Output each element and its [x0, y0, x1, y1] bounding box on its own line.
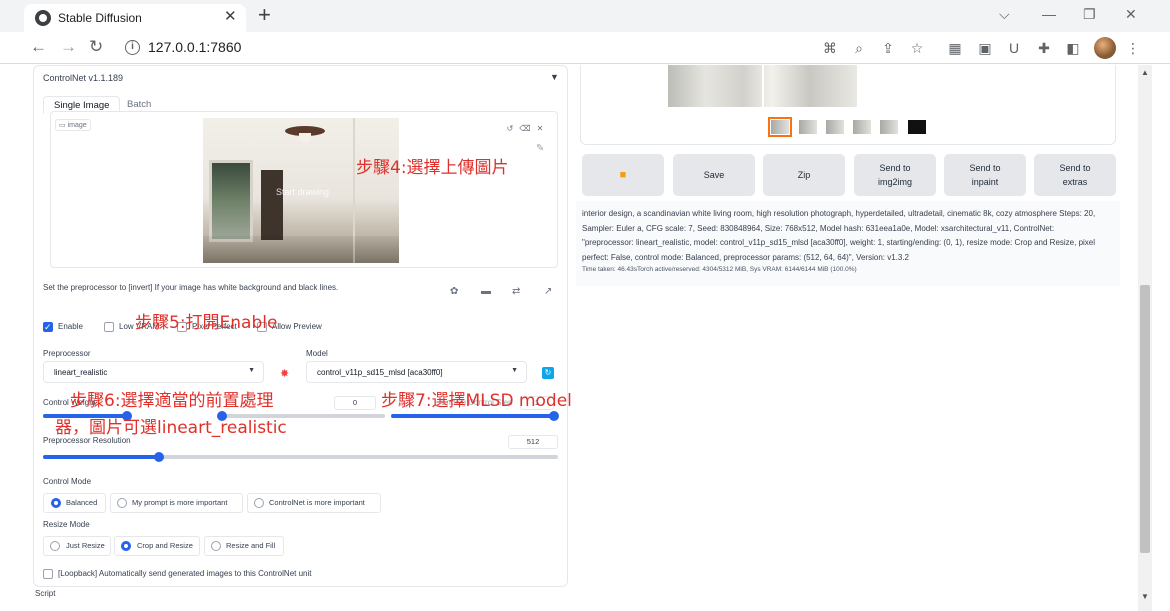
resize-mode-label: Resize Mode [43, 520, 90, 529]
globe-icon [35, 10, 51, 26]
minimize-icon[interactable]: — [1042, 5, 1056, 23]
send-dimensions-icon[interactable]: ↗ [544, 286, 552, 297]
gallery-thumbnail[interactable] [799, 120, 817, 134]
radio-my-prompt[interactable]: My prompt is more important [110, 493, 243, 513]
browser-tab[interactable]: Stable Diffusion ✕ [24, 4, 246, 32]
bookmark-star-icon[interactable]: ☆ [908, 39, 926, 57]
browser-tabstrip: Stable Diffusion ✕ + ⌵ — ❐ ✕ [0, 0, 1170, 32]
annotation-step6-line2: 器，圖片可選lineart_realistic [55, 418, 287, 438]
close-window-icon[interactable]: ✕ [1125, 5, 1137, 23]
model-value: control_v11p_sd15_mlsd [aca30ff0] [317, 368, 443, 377]
save-button[interactable]: Save [673, 154, 755, 196]
scroll-up-arrow-icon[interactable]: ▲ [1141, 68, 1149, 77]
extension-color-icon[interactable]: ▦ [946, 39, 964, 57]
scroll-down-arrow-icon[interactable]: ▼ [1141, 592, 1149, 601]
script-label: Script [35, 589, 56, 598]
start-drawing-text: Start drawing [276, 187, 330, 197]
chevron-down-icon: ▼ [248, 367, 255, 374]
browser-toolbar: ← → ↻ i 127.0.0.1:7860 ⌘ ⌕ ⇪ ☆ ▦ ▣ U ✚ ◧… [0, 32, 1170, 64]
loopback-label: [Loopback] Automatically send generated … [58, 569, 312, 578]
radio-balanced[interactable]: Balanced [43, 493, 106, 513]
gallery-thumbnail[interactable] [826, 120, 844, 134]
webcam-icon[interactable]: ▬ [481, 286, 491, 297]
preprocessor-resolution-input[interactable]: 512 [508, 435, 558, 449]
image-label: ▭ image [55, 119, 91, 131]
camera-icon[interactable]: ✿ [450, 286, 458, 297]
extension-chat-icon[interactable]: ▣ [976, 39, 994, 57]
preprocessor-resolution-slider[interactable] [43, 452, 558, 462]
open-folder-button[interactable]: ■ [582, 154, 664, 196]
tab-close-icon[interactable]: ✕ [224, 8, 237, 26]
webui-page: ControlNet v1.1.189 ▼ Single Image Batch… [0, 65, 1170, 611]
folder-icon: ■ [619, 169, 627, 181]
radio-just-resize[interactable]: Just Resize [43, 536, 111, 556]
zoom-icon[interactable]: ⌕ [850, 39, 868, 57]
eraser-icon[interactable]: ⌫ [519, 123, 531, 135]
reload-icon[interactable]: ↻ [89, 37, 103, 57]
generation-info-text: interior design, a scandinavian white li… [582, 209, 1096, 262]
undo-icon[interactable]: ↺ [504, 123, 516, 135]
preprocessor-label: Preprocessor [43, 349, 91, 358]
starting-step-input[interactable]: 0 [334, 396, 376, 410]
swap-icon[interactable]: ⇄ [512, 286, 520, 297]
radio-crop-and-resize[interactable]: Crop and Resize [114, 536, 200, 556]
preprocessor-select[interactable]: lineart_realistic ▼ [43, 361, 264, 383]
gallery-thumbnail[interactable] [768, 117, 792, 137]
invert-hint: Set the preprocessor to [invert] If your… [43, 283, 339, 292]
preprocessor-value: lineart_realistic [54, 368, 108, 377]
restore-icon[interactable]: ❐ [1083, 5, 1096, 23]
control-mode-label: Control Mode [43, 477, 92, 486]
loopback-checkbox[interactable] [43, 569, 53, 579]
collapse-triangle-icon[interactable]: ▼ [550, 72, 559, 82]
annotation-step4: 步驟4:選擇上傳圖片 [356, 158, 509, 178]
generated-image-preview[interactable] [668, 65, 857, 107]
share-icon[interactable]: ⇪ [879, 39, 897, 57]
send-to-extras-button[interactable]: Send to extras [1034, 154, 1116, 196]
extensions-puzzle-icon[interactable]: ✚ [1035, 39, 1053, 57]
controlnet-title: ControlNet v1.1.189 [43, 73, 124, 83]
send-to-inpaint-button[interactable]: Send to inpaint [944, 154, 1026, 196]
model-select[interactable]: control_v11p_sd15_mlsd [aca30ff0] ▼ [306, 361, 527, 383]
brush-icon[interactable]: ✎ [536, 143, 544, 154]
translate-icon[interactable]: ⌘ [821, 39, 839, 57]
annotation-step7: 步驟7:選擇MLSD model [381, 391, 572, 411]
annotation-step6-line1: 步驟6:選擇適當的前置處理 [70, 391, 274, 411]
low-vram-checkbox[interactable] [104, 322, 114, 332]
address-bar[interactable]: 127.0.0.1:7860 [148, 39, 241, 55]
enable-label: Enable [58, 322, 83, 331]
radio-resize-and-fill[interactable]: Resize and Fill [204, 536, 284, 556]
menu-dots-icon[interactable]: ⋮ [1124, 39, 1142, 57]
run-preprocessor-icon[interactable]: ✸ [280, 367, 289, 380]
tab-title: Stable Diffusion [58, 11, 142, 25]
chevron-down-icon[interactable]: ⌵ [999, 5, 1010, 23]
gallery-thumbnail[interactable] [853, 120, 871, 134]
zip-button[interactable]: Zip [763, 154, 845, 196]
send-to-img2img-button[interactable]: Send to img2img [854, 154, 936, 196]
site-info-icon[interactable]: i [125, 40, 140, 55]
gallery-thumbnail[interactable] [908, 120, 926, 134]
clear-image-icon[interactable]: ✕ [534, 123, 546, 135]
gallery-thumbnail[interactable] [880, 120, 898, 134]
enable-checkbox[interactable] [43, 320, 53, 334]
radio-controlnet-important[interactable]: ControlNet is more important [247, 493, 381, 513]
new-tab-button[interactable]: + [258, 2, 271, 28]
time-taken-text: Time taken: 46.43sTorch active/reserved:… [582, 266, 857, 273]
allow-preview-label: Allow Preview [272, 322, 322, 331]
scrollbar-thumb[interactable] [1140, 285, 1150, 553]
annotation-step5: 步驟5:打開Enable [135, 313, 278, 333]
side-panel-icon[interactable]: ◧ [1064, 39, 1082, 57]
back-arrow-icon[interactable]: ← [30, 37, 47, 57]
extension-u-icon[interactable]: U [1005, 39, 1023, 57]
model-label: Model [306, 349, 328, 358]
forward-arrow-icon[interactable]: → [60, 37, 77, 57]
profile-avatar[interactable] [1094, 37, 1116, 59]
ending-step-slider[interactable] [391, 411, 559, 421]
chevron-down-icon: ▼ [511, 367, 518, 374]
refresh-models-icon[interactable]: ↻ [542, 367, 554, 379]
